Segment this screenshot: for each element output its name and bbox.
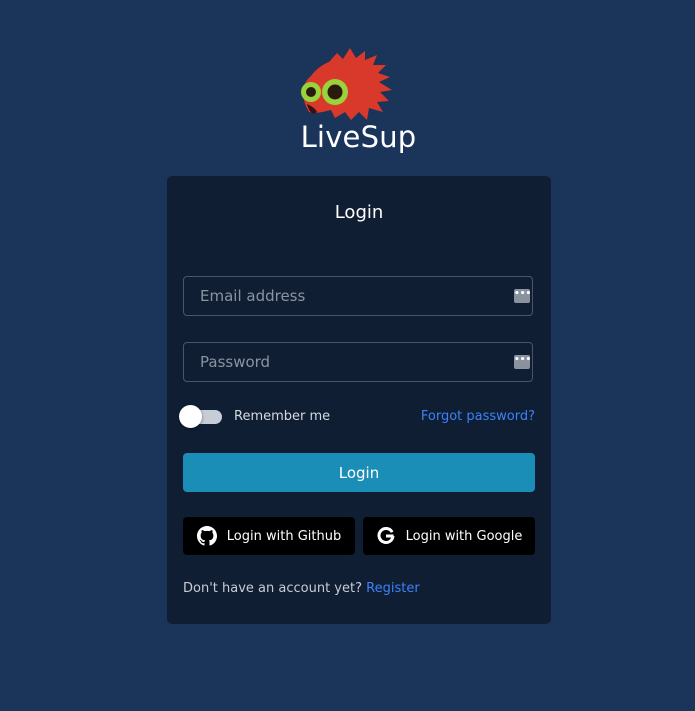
- register-link[interactable]: Register: [366, 581, 420, 596]
- password-field[interactable]: [184, 343, 504, 381]
- forgot-password-link[interactable]: Forgot password?: [421, 409, 535, 424]
- github-button-label: Login with Github: [226, 528, 342, 544]
- password-manager-icon[interactable]: •••: [514, 355, 531, 369]
- google-button-label: Login with Google: [405, 528, 523, 544]
- login-card: Login ••• ••• Remember me Forgot passwor…: [167, 176, 551, 624]
- livesup-logo-icon: [300, 48, 392, 120]
- email-field[interactable]: [184, 277, 504, 315]
- register-prompt-text: Don't have an account yet?: [183, 581, 362, 596]
- password-field-wrapper: •••: [183, 342, 533, 382]
- email-field-wrapper: •••: [183, 276, 533, 316]
- github-login-button[interactable]: Login with Github: [183, 517, 355, 555]
- register-prompt: Don't have an account yet? Register: [183, 581, 420, 596]
- remember-me-label: Remember me: [234, 409, 331, 424]
- password-manager-icon[interactable]: •••: [514, 289, 531, 303]
- toggle-knob: [179, 405, 202, 428]
- login-button[interactable]: Login: [183, 453, 535, 492]
- logo: [0, 42, 695, 122]
- login-title: Login: [334, 202, 384, 223]
- google-icon: [377, 527, 395, 544]
- remember-me-toggle[interactable]: [179, 405, 222, 428]
- google-login-button[interactable]: Login with Google: [363, 517, 535, 555]
- github-icon: [196, 526, 217, 546]
- brand-name: LiveSup: [300, 120, 417, 154]
